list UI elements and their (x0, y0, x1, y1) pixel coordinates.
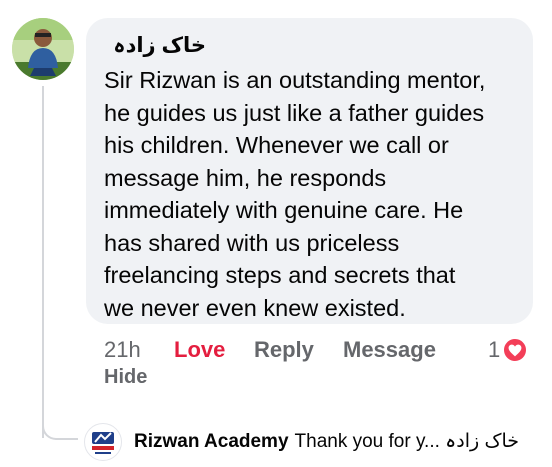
comment-timestamp[interactable]: 21h (104, 337, 174, 363)
reply-preview[interactable]: Rizwan Academy Thank you for y... خاک زا… (134, 430, 519, 453)
comment-line: freelancing steps and secrets that (104, 262, 456, 288)
reply-author-name[interactable]: Rizwan Academy (134, 431, 289, 453)
thread-connector-line (42, 86, 44, 438)
hide-button[interactable]: Hide (104, 366, 147, 389)
comment-line: Sir Rizwan is an outstanding mentor, (104, 67, 486, 93)
comment-line: immediately with genuine care. He (104, 197, 464, 223)
comment-actions: 21h Love Reply Message (104, 334, 489, 366)
comment-line: message him, he responds (104, 164, 387, 191)
message-button[interactable]: Message (343, 337, 489, 363)
comment-line: he guides us just like a father guides (104, 99, 485, 126)
love-reaction-button[interactable]: Love (174, 337, 254, 363)
thread-connector-curve (42, 418, 78, 440)
comment-thread: خاک زادہ Sir Rizwan is an outstanding me… (0, 0, 552, 467)
profile-photo-icon (12, 18, 74, 80)
reaction-count: 1 (488, 337, 501, 362)
comment-line: has shared with us priceless (104, 229, 400, 256)
reply-button[interactable]: Reply (254, 337, 343, 363)
comment-body: Sir Rizwan is an outstanding mentor, he … (104, 64, 524, 324)
comment-line: we never even knew existed. (104, 294, 406, 321)
rizwan-academy-logo-icon[interactable] (84, 423, 122, 461)
comment-author-name[interactable]: خاک زادہ (113, 33, 206, 58)
heart-icon (502, 337, 529, 363)
comment-author-avatar[interactable] (12, 18, 74, 80)
reply-snippet: Thank you for y... خاک زادہ (294, 431, 520, 452)
reaction-summary[interactable]: 1 (488, 334, 529, 366)
comment-line: his children. Whenever we call or (104, 132, 449, 158)
